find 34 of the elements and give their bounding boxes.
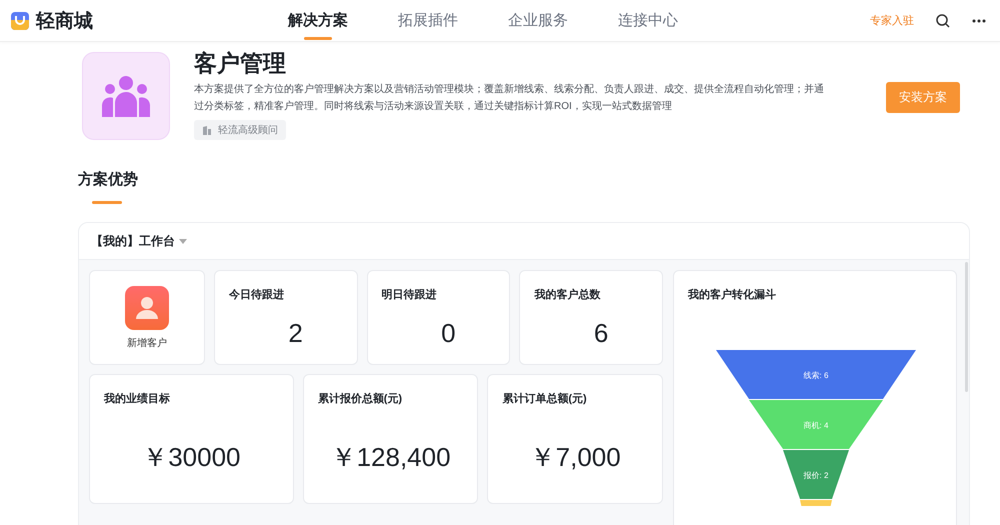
- more-icon[interactable]: [972, 18, 986, 22]
- workspace-title[interactable]: 【我的】工作台: [91, 232, 175, 250]
- expert-link[interactable]: 专家入驻: [870, 13, 914, 28]
- funnel-label: 报价: 2: [804, 471, 828, 480]
- solution-description: 本方案提供了全方位的客户管理解决方案以及营销活动管理模块；覆盖新增线索、线索分配、负责人跟进、成交、提供全流程自动化管理；并通过分类标签，精准客户管理。同时将线索与活动来源设置关联，通过关键指标计算ROI，实现一站式数据管理: [194, 82, 824, 114]
- add-customer-icon: [124, 286, 169, 330]
- people-icon: [101, 75, 151, 117]
- amount-value: ￥30000: [141, 441, 242, 474]
- stat-value: 6: [592, 318, 610, 349]
- nav-tab[interactable]: 拓展插件: [398, 0, 458, 42]
- tag-label: 轻流高级顾问: [218, 124, 278, 137]
- funnel-label: 商机: 4: [804, 421, 828, 430]
- stat-label: 我的客户总数: [534, 288, 602, 302]
- amount-value: ￥7,000: [528, 441, 622, 474]
- nav-tab[interactable]: 解决方案: [288, 0, 348, 42]
- funnel-title: 我的客户转化漏斗: [688, 288, 777, 302]
- nav-tab[interactable]: 企业服务: [508, 0, 568, 42]
- stat-label: 今日待跟进: [228, 288, 285, 302]
- solution-title: 客户管理: [194, 49, 287, 78]
- stat-value: 0: [440, 318, 457, 349]
- amount-label: 累计订单总额(元): [502, 392, 588, 406]
- amount-label: 我的业绩目标: [104, 392, 171, 406]
- search-icon[interactable]: [936, 14, 950, 28]
- add-customer-card[interactable]: 新增客户: [89, 270, 205, 365]
- stat-label: 明日待跟进: [382, 288, 438, 302]
- building-icon: [202, 125, 212, 135]
- logo-icon: [10, 10, 30, 30]
- amount-value: ￥128,400: [330, 441, 452, 474]
- nav-tab[interactable]: 连接中心: [618, 0, 678, 42]
- amount-label: 累计报价总额(元): [318, 392, 404, 406]
- section-title: 方案优势: [76, 170, 139, 189]
- funnel-label: 线索: 6: [804, 371, 828, 380]
- stat-value: 2: [287, 318, 304, 349]
- brand-name: 轻商城: [36, 10, 93, 34]
